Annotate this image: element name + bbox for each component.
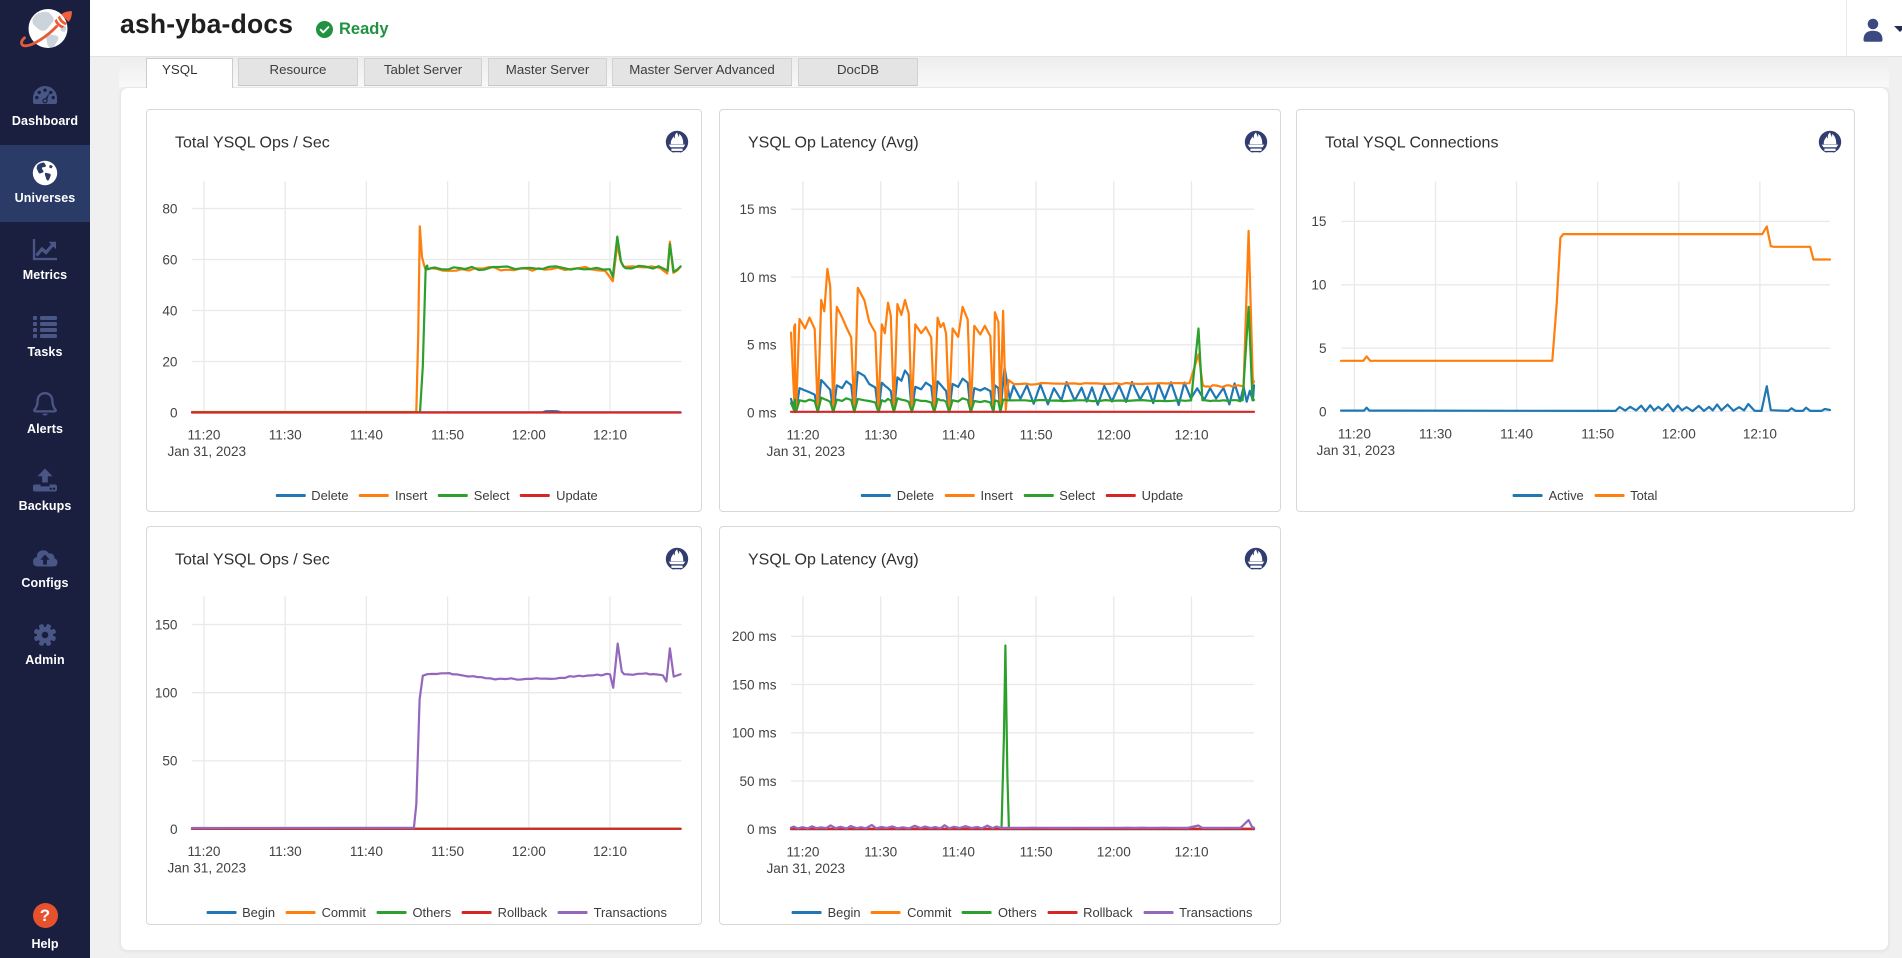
svg-text:11:20: 11:20 [1338,427,1371,442]
svg-text:YSQL Op Latency (Avg): YSQL Op Latency (Avg) [748,552,919,569]
svg-text:11:40: 11:40 [942,844,975,859]
svg-text:10 ms: 10 ms [739,270,776,285]
svg-text:12:10: 12:10 [592,428,626,443]
svg-text:11:20: 11:20 [187,844,220,859]
svg-text:11:30: 11:30 [1419,427,1452,442]
svg-text:Jan 31, 2023: Jan 31, 2023 [767,444,846,459]
svg-text:11:40: 11:40 [349,844,382,859]
svg-text:0 ms: 0 ms [747,822,777,837]
svg-text:10: 10 [1311,278,1327,293]
svg-text:11:30: 11:30 [864,428,897,443]
svg-text:12:00: 12:00 [511,428,545,443]
svg-text:80: 80 [162,201,178,216]
svg-text:11:30: 11:30 [864,844,897,859]
svg-text:11:50: 11:50 [1020,844,1053,859]
svg-text:12:00: 12:00 [1097,428,1131,443]
svg-text:12:00: 12:00 [1662,427,1696,442]
svg-text:40: 40 [162,303,178,318]
svg-text:50 ms: 50 ms [739,774,776,789]
svg-text:11:50: 11:50 [1020,428,1053,443]
svg-text:0: 0 [1319,404,1327,419]
svg-text:100 ms: 100 ms [732,726,777,741]
svg-text:11:20: 11:20 [786,428,819,443]
svg-text:11:50: 11:50 [431,428,464,443]
svg-text:Total YSQL Ops / Sec: Total YSQL Ops / Sec [175,552,330,569]
svg-text:12:10: 12:10 [592,844,626,859]
svg-text:0 ms: 0 ms [747,405,777,420]
svg-text:60: 60 [162,252,178,267]
svg-text:Jan 31, 2023: Jan 31, 2023 [767,861,846,876]
svg-text:150 ms: 150 ms [732,677,777,692]
svg-text:11:40: 11:40 [942,428,975,443]
svg-text:11:20: 11:20 [786,844,819,859]
svg-text:11:40: 11:40 [1500,427,1533,442]
svg-text:11:40: 11:40 [349,428,382,443]
svg-text:YSQL Op Latency (Avg): YSQL Op Latency (Avg) [748,135,919,152]
svg-text:15 ms: 15 ms [739,202,776,217]
svg-text:11:30: 11:30 [268,844,301,859]
svg-text:0: 0 [169,822,177,837]
svg-text:12:10: 12:10 [1174,428,1208,443]
svg-text:Jan 31, 2023: Jan 31, 2023 [167,444,246,459]
svg-text:Total YSQL Ops / Sec: Total YSQL Ops / Sec [175,135,330,152]
svg-text:50: 50 [162,754,178,769]
svg-text:Jan 31, 2023: Jan 31, 2023 [1317,443,1396,458]
svg-text:150: 150 [154,617,177,632]
svg-text:0: 0 [169,405,177,420]
svg-text:12:00: 12:00 [511,844,545,859]
svg-text:11:50: 11:50 [431,844,464,859]
svg-text:100: 100 [154,686,177,701]
svg-text:12:10: 12:10 [1174,844,1208,859]
svg-text:5: 5 [1319,341,1327,356]
svg-text:11:20: 11:20 [187,428,220,443]
svg-text:11:50: 11:50 [1581,427,1614,442]
svg-text:11:30: 11:30 [268,428,301,443]
svg-text:5 ms: 5 ms [747,338,777,353]
svg-text:20: 20 [162,354,178,369]
svg-text:200 ms: 200 ms [732,629,777,644]
svg-text:Total YSQL Connections: Total YSQL Connections [1325,135,1498,152]
svg-text:Jan 31, 2023: Jan 31, 2023 [167,861,246,876]
svg-text:12:10: 12:10 [1743,427,1777,442]
svg-text:12:00: 12:00 [1097,844,1131,859]
svg-text:15: 15 [1311,214,1326,229]
